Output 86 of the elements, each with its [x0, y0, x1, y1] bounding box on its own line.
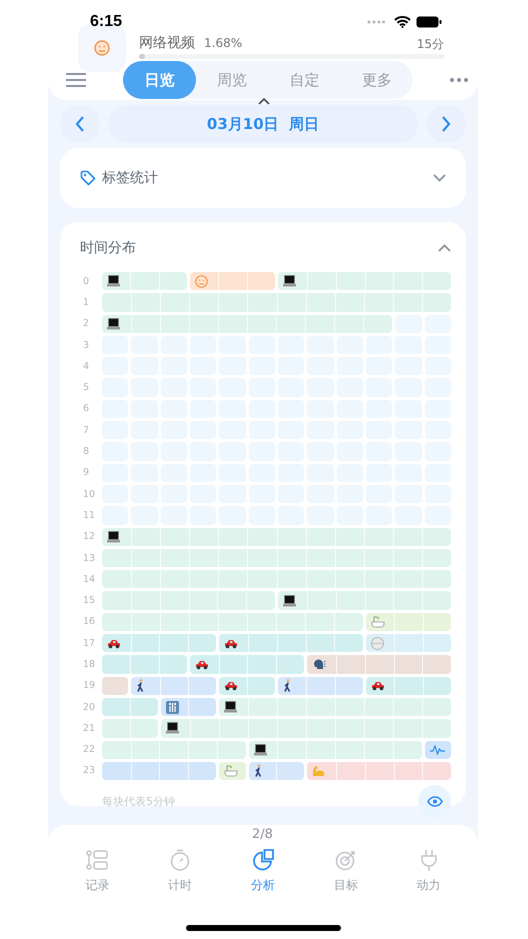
hour-label: 19 [82, 680, 96, 692]
hour-label: 15 [82, 595, 96, 606]
nav-tab[interactable]: 目标 [316, 845, 376, 894]
car-icon [195, 658, 209, 670]
card-title: 标签统计 [102, 169, 158, 187]
visibility-button[interactable] [418, 785, 451, 818]
hour-label: 23 [82, 765, 96, 776]
hour-label: 5 [82, 382, 90, 394]
card-title: 时间分布 [80, 239, 136, 257]
walking-person-icon [254, 764, 263, 778]
chevron-left-icon [75, 116, 85, 132]
hour-label: 12 [82, 531, 96, 542]
view-tab[interactable]: 周览 [196, 61, 268, 99]
laptop-icon [107, 530, 120, 543]
hour-label: 0 [82, 276, 90, 287]
laptop-icon [283, 275, 296, 288]
laptop-icon [107, 275, 120, 288]
hour-label: 1 [82, 296, 90, 308]
nav-tab[interactable]: 动力 [398, 845, 459, 894]
activity-name: 网络视频 [139, 34, 195, 52]
walking-person-icon [283, 679, 292, 692]
laptop-icon [254, 744, 267, 756]
more-icon[interactable] [450, 78, 468, 82]
speaking-head-icon [312, 658, 326, 670]
tag-icon [80, 170, 96, 186]
wifi-icon [394, 16, 411, 28]
chevron-right-icon [441, 116, 451, 132]
hour-label: 6 [82, 403, 90, 414]
view-tab[interactable]: 日览 [123, 61, 196, 99]
walking-person-icon [136, 679, 146, 692]
face-icon [195, 274, 208, 288]
nav-tab[interactable]: 记录 [67, 845, 128, 894]
laptop-icon [166, 722, 179, 734]
hour-label: 4 [82, 360, 90, 372]
laptop-icon [283, 594, 296, 607]
status-time: 6:15 [90, 13, 122, 31]
view-tab[interactable]: 更多 [340, 61, 413, 99]
signal-icon [367, 20, 385, 24]
activity-duration: 15分 [416, 36, 444, 53]
car-icon [371, 680, 385, 692]
hour-label: 11 [82, 510, 96, 521]
footnote: 每块代表5分钟 [102, 794, 175, 810]
ball-icon [371, 636, 384, 650]
hour-label: 22 [82, 744, 96, 756]
face-icon [94, 40, 110, 56]
car-icon [224, 638, 238, 649]
bathtub-icon [371, 615, 385, 628]
pulse-icon [430, 744, 445, 755]
hour-label: 17 [82, 638, 96, 649]
hour-label: 14 [82, 574, 96, 585]
bathtub-icon [224, 764, 238, 778]
hour-label: 3 [82, 340, 90, 351]
activity-percent: 1.68% [204, 36, 242, 50]
nav-tab[interactable]: 分析 [232, 845, 293, 894]
nav-tab[interactable]: 计时 [150, 845, 210, 894]
laptop-icon [224, 701, 238, 714]
car-icon [224, 680, 238, 692]
chevron-up-icon[interactable] [438, 244, 451, 252]
time-block[interactable] [102, 272, 187, 290]
hour-label: 9 [82, 467, 90, 478]
view-tab[interactable]: 自定 [268, 61, 340, 99]
previous-day-button[interactable] [60, 105, 100, 143]
hour-label: 2 [82, 318, 90, 330]
hour-label: 13 [82, 552, 96, 564]
time-block[interactable] [219, 676, 275, 695]
hour-label: 7 [82, 424, 90, 436]
hour-label: 18 [82, 658, 96, 670]
battery-icon [416, 16, 442, 28]
chevron-down-icon[interactable] [433, 174, 446, 182]
time-block[interactable] [307, 655, 451, 674]
hour-label: 20 [82, 702, 96, 713]
hour-label: 21 [82, 722, 96, 734]
flexed-arm-icon [312, 764, 326, 777]
eye-icon [426, 796, 442, 808]
tag-stats-card[interactable]: 标签统计 [60, 148, 466, 208]
restroom-icon [166, 700, 179, 714]
menu-icon[interactable] [66, 73, 86, 87]
next-day-button[interactable] [426, 105, 466, 143]
date-selector[interactable]: 03月10日 周日 [108, 105, 418, 143]
hour-label: 10 [82, 488, 96, 500]
car-icon [107, 638, 121, 649]
laptop-icon [107, 318, 120, 330]
hour-label: 16 [82, 616, 96, 628]
collapse-icon[interactable] [258, 98, 270, 105]
hour-label: 8 [82, 446, 90, 458]
page-indicator: 2/8 [252, 827, 273, 842]
